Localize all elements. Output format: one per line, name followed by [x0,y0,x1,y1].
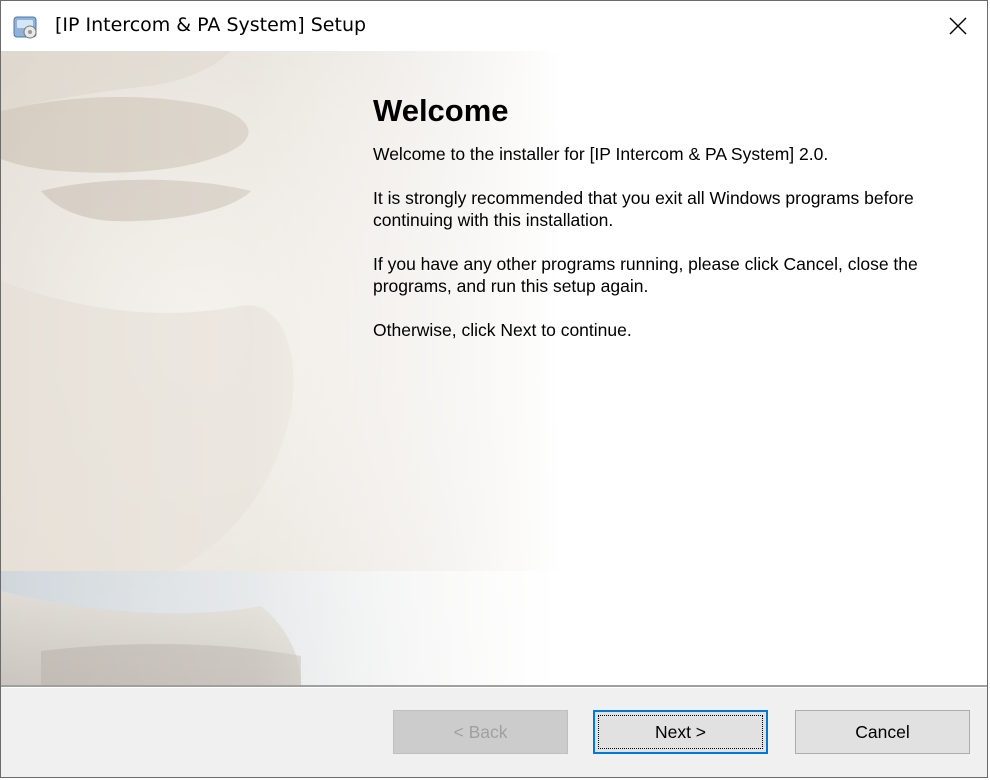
button-bar: < Back Next > Cancel [1,688,987,777]
close-icon [949,17,967,35]
welcome-paragraph: Otherwise, click Next to continue. [373,320,632,340]
welcome-heading: Welcome [373,93,509,128]
back-button[interactable]: < Back [393,710,568,754]
cancel-button[interactable]: Cancel [795,710,970,754]
next-button[interactable]: Next > [593,710,768,754]
setup-window: [IP Intercom & PA System] Setup Welcome … [0,0,988,778]
welcome-text-area: Welcome Welcome to the installer for [IP… [373,93,963,363]
welcome-paragraph: If you have any other programs running, … [373,254,918,296]
welcome-paragraph: It is strongly recommended that you exit… [373,188,914,230]
title-bar[interactable]: [IP Intercom & PA System] Setup [1,1,987,51]
installer-icon [13,16,37,39]
welcome-paragraph: Welcome to the installer for [IP Interco… [373,144,829,164]
window-title: [IP Intercom & PA System] Setup [55,14,367,36]
close-button[interactable] [929,1,987,51]
welcome-panel: Welcome Welcome to the installer for [IP… [1,51,987,685]
